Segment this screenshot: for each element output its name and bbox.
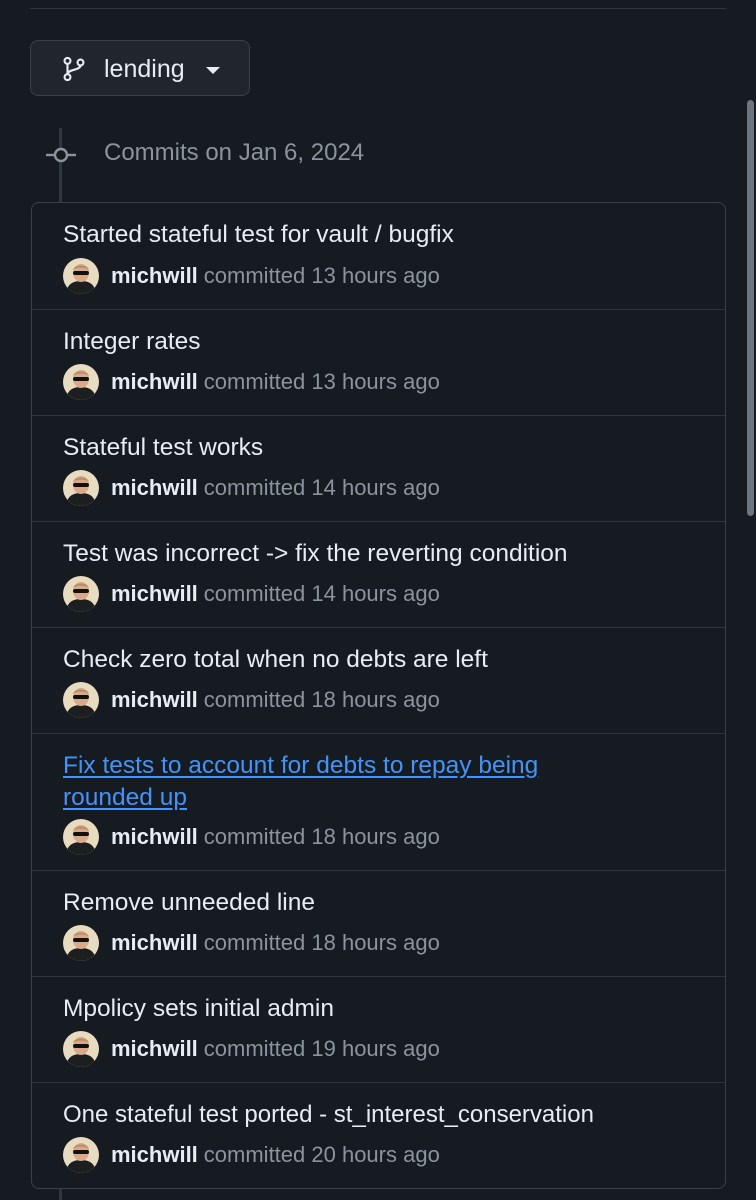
timeline-line [59, 1188, 62, 1200]
commit-author-link[interactable]: michwill [111, 475, 198, 501]
commit-author-link[interactable]: michwill [111, 824, 198, 850]
commit-time: committed 18 hours ago [203, 687, 440, 712]
commits-date-heading: Commits on Jan 6, 2024 [104, 139, 365, 166]
commit-time: committed 20 hours ago [203, 1142, 440, 1167]
commit-author-link[interactable]: michwill [111, 1142, 198, 1168]
chevron-down-icon [206, 67, 220, 74]
commit-meta: michwill committed 18 hours ago [63, 682, 440, 718]
commit-title-link[interactable]: Integer rates [63, 326, 705, 358]
commit-row: One stateful test ported - st_interest_c… [32, 1083, 725, 1188]
commit-list: Started stateful test for vault / bugfix… [31, 202, 726, 1189]
commit-title-link[interactable]: Stateful test works [63, 432, 705, 464]
commit-time: committed 13 hours ago [203, 263, 440, 288]
commit-meta: michwill committed 20 hours ago [63, 1137, 440, 1173]
commit-title-link[interactable]: Started stateful test for vault / bugfix [63, 219, 705, 251]
commit-author-link[interactable]: michwill [111, 581, 198, 607]
commit-row: Mpolicy sets initial admin michwill comm… [32, 977, 725, 1083]
commit-author-link[interactable]: michwill [111, 687, 198, 713]
commit-row: Stateful test works michwill committed 1… [32, 416, 725, 522]
scrollbar[interactable] [742, 0, 756, 1200]
commit-row: Check zero total when no debts are left … [32, 628, 725, 734]
commit-time: committed 18 hours ago [203, 930, 440, 955]
commit-row: Fix tests to account for debts to repay … [32, 734, 725, 871]
commit-meta: michwill committed 19 hours ago [63, 1031, 440, 1067]
commit-row: Test was incorrect -> fix the reverting … [32, 522, 725, 628]
commit-author-link[interactable]: michwill [111, 263, 198, 289]
branch-name: lending [104, 55, 185, 83]
commit-meta: michwill committed 13 hours ago [63, 364, 440, 400]
commit-time: committed 19 hours ago [203, 1036, 440, 1061]
commit-time: committed 18 hours ago [203, 824, 440, 849]
avatar[interactable] [63, 258, 99, 294]
scrollbar-thumb[interactable] [747, 100, 754, 516]
top-divider [30, 8, 726, 9]
commit-author-link[interactable]: michwill [111, 930, 198, 956]
commit-title-link[interactable]: Check zero total when no debts are left [63, 644, 705, 676]
commit-row: Integer rates michwill committed 13 hour… [32, 310, 725, 416]
git-commit-icon [46, 147, 76, 163]
commit-time: committed 14 hours ago [203, 475, 440, 500]
branch-selector-button[interactable]: lending [30, 40, 250, 96]
avatar[interactable] [63, 925, 99, 961]
commit-author-link[interactable]: michwill [111, 369, 198, 395]
commit-time: committed 14 hours ago [203, 581, 440, 606]
commit-title-link[interactable]: Remove unneeded line [63, 887, 705, 919]
commit-title-link[interactable]: Test was incorrect -> fix the reverting … [63, 538, 705, 570]
commit-meta: michwill committed 14 hours ago [63, 470, 440, 506]
avatar[interactable] [63, 470, 99, 506]
avatar[interactable] [63, 1031, 99, 1067]
commit-row: Started stateful test for vault / bugfix… [32, 203, 725, 310]
commit-meta: michwill committed 14 hours ago [63, 576, 440, 612]
avatar[interactable] [63, 1137, 99, 1173]
avatar[interactable] [63, 576, 99, 612]
commit-row: Remove unneeded line michwill committed … [32, 871, 725, 977]
commit-title-link[interactable]: Fix tests to account for debts to repay … [63, 750, 705, 814]
avatar[interactable] [63, 682, 99, 718]
avatar[interactable] [63, 819, 99, 855]
commit-title-link[interactable]: One stateful test ported - st_interest_c… [63, 1099, 705, 1131]
commit-time: committed 13 hours ago [203, 369, 440, 394]
avatar[interactable] [63, 364, 99, 400]
commit-title-link[interactable]: Mpolicy sets initial admin [63, 993, 705, 1025]
git-branch-icon [63, 56, 85, 82]
commit-meta: michwill committed 18 hours ago [63, 819, 440, 855]
commit-author-link[interactable]: michwill [111, 1036, 198, 1062]
commit-meta: michwill committed 13 hours ago [63, 258, 440, 294]
commit-meta: michwill committed 18 hours ago [63, 925, 440, 961]
